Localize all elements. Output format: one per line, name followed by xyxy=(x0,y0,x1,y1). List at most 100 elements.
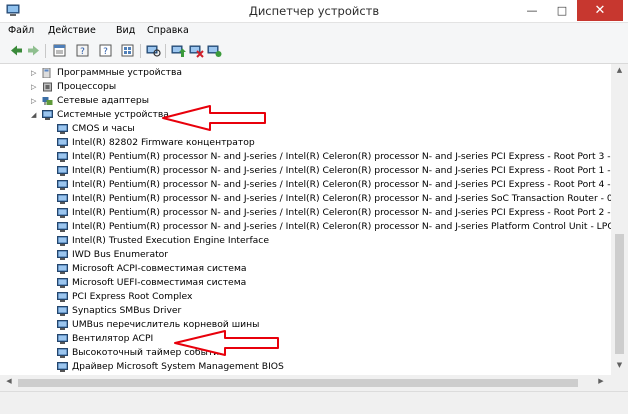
vertical-scroll-thumb[interactable] xyxy=(615,234,624,354)
device-tree: ▷ Программные устройства ▷ Процессоры ▷ … xyxy=(0,64,611,375)
tree-category[interactable]: ▷ Процессоры xyxy=(0,80,611,94)
device-label: Intel(R) Pentium(R) processor N- and J-s… xyxy=(72,179,611,190)
collapse-arrow-icon[interactable]: ◢ xyxy=(31,111,39,119)
tree-device[interactable]: Intel(R) Pentium(R) processor N- and J-s… xyxy=(0,164,611,178)
device-label: Microsoft UEFI-совместимая система xyxy=(72,277,247,288)
tree-device[interactable]: CMOS и часы xyxy=(0,122,611,136)
toolbar-separator xyxy=(140,44,141,58)
tree-device[interactable]: Intel(R) 82802 Firmware концентратор xyxy=(0,136,611,150)
device-label: Высокоточный таймер событий xyxy=(72,347,226,358)
tree-device[interactable]: PCI Express Root Complex xyxy=(0,290,611,304)
menu-action[interactable]: Действие xyxy=(48,25,96,36)
network-adapter-icon xyxy=(42,97,53,105)
tree-device[interactable]: Вентилятор ACPI xyxy=(0,332,611,346)
system-device-icon xyxy=(57,124,68,134)
system-device-icon xyxy=(57,334,68,344)
system-device-icon xyxy=(57,320,68,330)
forward-icon[interactable] xyxy=(26,43,41,58)
svg-text:?: ? xyxy=(80,47,85,57)
system-device-icon xyxy=(57,194,68,204)
system-device-icon xyxy=(57,362,68,372)
tree-device[interactable]: Synaptics SMBus Driver xyxy=(0,304,611,318)
horizontal-scrollbar[interactable]: ◀ ▶ xyxy=(0,375,611,391)
tree-device[interactable]: Intel(R) Pentium(R) processor N- and J-s… xyxy=(0,206,611,220)
tree-category[interactable]: ◢ Системные устройства xyxy=(0,108,611,122)
expand-arrow-icon[interactable]: ▷ xyxy=(31,97,39,105)
close-icon: ✕ xyxy=(594,3,606,18)
tree-device[interactable]: UMBus перечислитель корневой шины xyxy=(0,318,611,332)
scroll-right-icon[interactable]: ▶ xyxy=(595,377,607,389)
scroll-up-icon[interactable]: ▲ xyxy=(611,66,628,78)
vertical-scrollbar[interactable]: ▲ ▼ xyxy=(611,64,628,375)
menu-file[interactable]: Файл xyxy=(8,25,34,36)
system-device-icon xyxy=(57,222,68,232)
svg-text:?: ? xyxy=(103,47,108,57)
system-device-icon xyxy=(57,292,68,302)
toolbar-separator xyxy=(45,44,46,58)
toolbar-separator xyxy=(165,44,166,58)
tree-device[interactable]: Intel(R) Trusted Execution Engine Interf… xyxy=(0,234,611,248)
tree-device[interactable]: Intel(R) Pentium(R) processor N- and J-s… xyxy=(0,178,611,192)
device-label: Драйвер Microsoft System Management BIOS xyxy=(72,361,284,372)
device-label: Intel(R) Pentium(R) processor N- and J-s… xyxy=(72,221,611,232)
scroll-left-icon[interactable]: ◀ xyxy=(3,377,15,389)
enable-device-icon[interactable] xyxy=(207,43,222,58)
view-icon[interactable]: ? xyxy=(98,43,113,58)
device-label: Intel(R) Trusted Execution Engine Interf… xyxy=(72,235,270,246)
properties-icon[interactable] xyxy=(52,43,67,58)
device-label: Microsoft ACPI-совместимая система xyxy=(72,263,247,274)
system-device-icon xyxy=(42,110,53,120)
tree-device[interactable]: Драйвер Microsoft System Management BIOS xyxy=(0,360,611,374)
device-label: Intel(R) Pentium(R) processor N- and J-s… xyxy=(72,165,611,176)
toolbar: ? ? xyxy=(0,39,628,64)
list-view-icon[interactable] xyxy=(120,43,135,58)
expand-arrow-icon[interactable]: ▷ xyxy=(31,69,39,77)
device-label: PCI Express Root Complex xyxy=(72,291,193,302)
tree-category-label: Системные устройства xyxy=(57,109,169,120)
system-device-icon xyxy=(57,306,68,316)
maximize-button[interactable]: □ xyxy=(547,0,577,21)
device-label: IWD Bus Enumerator xyxy=(72,249,169,260)
system-device-icon xyxy=(57,250,68,260)
minimize-icon: — xyxy=(526,4,538,17)
scroll-down-icon[interactable]: ▼ xyxy=(611,361,628,373)
tree-device[interactable]: Intel(R) Pentium(R) processor N- and J-s… xyxy=(0,220,611,234)
tree-category-label: Сетевые адаптеры xyxy=(57,95,150,106)
help-icon[interactable]: ? xyxy=(75,43,90,58)
tree-category[interactable]: ▷ Программные устройства xyxy=(0,66,611,80)
tree-device[interactable]: Microsoft UEFI-совместимая система xyxy=(0,276,611,290)
system-device-icon xyxy=(57,348,68,358)
scrollbar-corner xyxy=(611,375,628,391)
tree-device[interactable]: IWD Bus Enumerator xyxy=(0,248,611,262)
back-icon[interactable] xyxy=(9,43,24,58)
tree-category-label: Программные устройства xyxy=(57,67,183,78)
uninstall-icon[interactable] xyxy=(189,43,204,58)
close-button[interactable]: ✕ xyxy=(577,0,623,21)
tree-category-label: Процессоры xyxy=(57,81,117,92)
menu-bar: Файл Действие Вид Справка xyxy=(0,23,628,39)
menu-view[interactable]: Вид xyxy=(116,25,135,36)
tree-device[interactable]: Intel(R) Pentium(R) processor N- and J-s… xyxy=(0,150,611,164)
processor-icon xyxy=(43,82,52,92)
system-device-icon xyxy=(57,236,68,246)
scan-hardware-icon[interactable] xyxy=(146,43,161,58)
system-device-icon xyxy=(57,264,68,274)
system-device-icon xyxy=(57,152,68,162)
software-device-icon xyxy=(42,68,51,78)
device-label: Вентилятор ACPI xyxy=(72,333,154,344)
device-label: UMBus перечислитель корневой шины xyxy=(72,319,260,330)
device-label: CMOS и часы xyxy=(72,123,135,134)
tree-device[interactable]: Intel(R) Pentium(R) processor N- and J-s… xyxy=(0,192,611,206)
menu-help[interactable]: Справка xyxy=(147,25,189,36)
status-bar xyxy=(0,391,628,414)
minimize-button[interactable]: — xyxy=(517,0,547,21)
device-label: Intel(R) Pentium(R) processor N- and J-s… xyxy=(72,207,611,218)
expand-arrow-icon[interactable]: ▷ xyxy=(31,83,39,91)
tree-device[interactable]: Microsoft ACPI-совместимая система xyxy=(0,262,611,276)
tree-category[interactable]: ▷ Сетевые адаптеры xyxy=(0,94,611,108)
update-driver-icon[interactable] xyxy=(171,43,186,58)
horizontal-scroll-thumb[interactable] xyxy=(18,379,578,387)
device-label: Intel(R) Pentium(R) processor N- and J-s… xyxy=(72,151,611,162)
tree-device[interactable]: Высокоточный таймер событий xyxy=(0,346,611,360)
system-device-icon xyxy=(57,278,68,288)
